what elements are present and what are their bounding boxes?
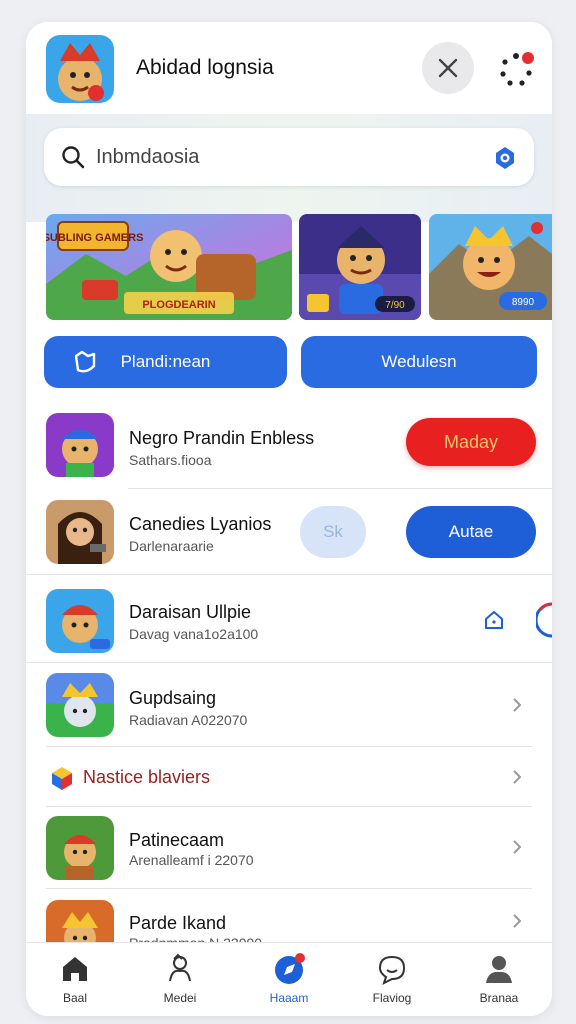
row-thumb [46, 673, 114, 737]
bottom-nav: Baal Medei Haaam Flaviog Branaa [26, 942, 552, 1016]
nav-item-home[interactable]: Baal [35, 943, 115, 1016]
app-title: Abidad lognsia [136, 56, 274, 79]
nav-label: Flaviog [372, 991, 412, 1005]
banner-third[interactable]: 8990 [429, 214, 552, 320]
compass-icon [275, 953, 305, 984]
divider [26, 662, 552, 663]
divider [46, 806, 532, 807]
cube-icon [52, 767, 72, 790]
secondary-button[interactable]: Wedulesn [301, 336, 537, 388]
row-thumb [46, 413, 114, 477]
install-button[interactable]: Autae [406, 506, 536, 558]
chevron-right-icon[interactable] [510, 914, 524, 928]
banner-second-badge: 7/90 [385, 300, 405, 311]
primary-button-label: Plandi:nean [120, 352, 211, 371]
row-subtitle: Davag vana1o2a100 [129, 626, 259, 642]
app-card: Abidad lognsia Inbmdaosia SUBLING GAMERS… [26, 22, 552, 1016]
character-icon [169, 953, 191, 982]
divider [46, 746, 532, 747]
chevron-right-icon[interactable] [510, 770, 524, 784]
banner-featured-caption: PLOGDEARIN [142, 299, 215, 311]
shield-icon [74, 350, 96, 373]
nav-label: Medei [163, 991, 197, 1005]
row-thumb [46, 500, 114, 564]
header: Abidad lognsia [26, 22, 552, 114]
skip-button[interactable]: Sk [300, 506, 366, 558]
row-title: Parde Ikand [129, 913, 227, 933]
banner-featured[interactable]: SUBLING GAMERS PLOGDEARIN [46, 214, 292, 320]
close-icon [438, 58, 458, 78]
primary-button[interactable]: Plandi:nean [44, 336, 287, 388]
nav-label: Baal [62, 991, 88, 1005]
banner-featured-label: SUBLING GAMERS [46, 232, 143, 244]
banner-second[interactable]: 7/90 [299, 214, 421, 320]
search-icon [62, 146, 85, 169]
chevron-right-icon[interactable] [510, 840, 524, 854]
row-title: Patinecaam [129, 830, 225, 850]
home-icon [63, 957, 87, 981]
nav-label: Haaam [269, 991, 309, 1005]
app-logo [46, 35, 114, 103]
search-input[interactable]: Inbmdaosia [44, 128, 534, 186]
nav-item-explore[interactable]: Haaam [249, 943, 329, 1016]
row-title: Negro Prandin Enbless [129, 428, 315, 448]
nav-item-profile[interactable]: Branaa [459, 943, 539, 1016]
close-button[interactable] [422, 42, 474, 94]
nav-item-chat[interactable]: Flaviog [352, 943, 432, 1016]
loading-ring-icon [536, 602, 552, 638]
chevron-right-icon[interactable] [510, 698, 524, 712]
chat-icon [378, 955, 406, 985]
nav-item-characters[interactable]: Medei [140, 943, 220, 1016]
divider [26, 574, 552, 575]
row-thumb [46, 816, 114, 880]
more-menu-icon [500, 52, 534, 86]
search-area: Inbmdaosia [26, 114, 552, 222]
banner-third-badge: 8990 [512, 297, 535, 308]
play-button[interactable]: Maday [406, 418, 536, 466]
row-subtitle: Arenalleamf i 22070 [129, 852, 254, 868]
more-menu-button[interactable] [494, 46, 538, 90]
row-thumb [46, 589, 114, 653]
home-outline-icon[interactable] [482, 608, 506, 632]
profile-icon [486, 956, 512, 983]
divider [128, 488, 552, 489]
row-subtitle: Darlenaraarie [129, 538, 214, 554]
row-title: Canedies Lyanios [129, 514, 272, 534]
assistant-icon[interactable] [492, 145, 518, 171]
secondary-button-label: Wedulesn [381, 352, 457, 371]
search-text: Inbmdaosia [96, 146, 200, 168]
row-title: Gupdsaing [129, 688, 217, 708]
row-subtitle: Radiavan A022070 [129, 712, 248, 728]
divider [46, 888, 532, 889]
nav-label: Branaa [479, 991, 519, 1005]
row-subtitle: Sathars.fiooa [129, 452, 212, 468]
section-title: Nastice blaviers [83, 767, 211, 787]
row-title: Daraisan Ullpie [129, 602, 252, 622]
